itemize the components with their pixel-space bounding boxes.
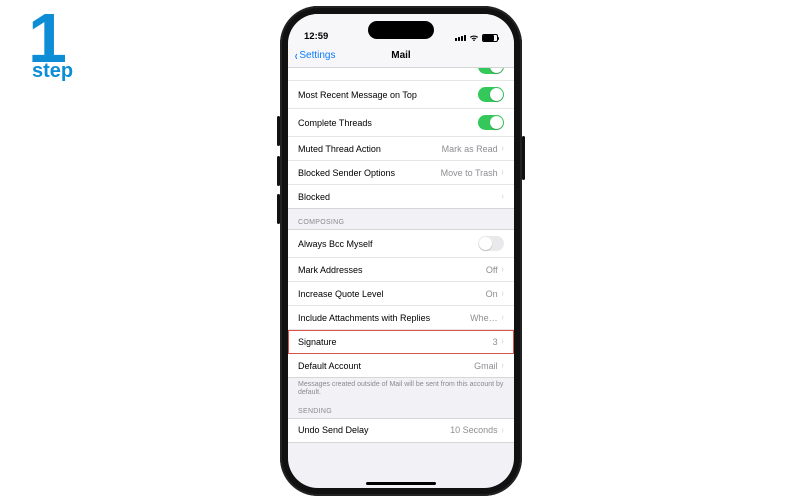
- phone-frame: 12:59 ‹ Settings Mail Most: [280, 6, 522, 496]
- row-always-bcc[interactable]: Always Bcc Myself: [288, 230, 514, 258]
- dynamic-island: [368, 21, 434, 39]
- scroll-content[interactable]: Most Recent Message on Top Complete Thre…: [288, 68, 514, 488]
- nav-title: Mail: [391, 50, 410, 61]
- composing-list: Always Bcc Myself Mark Addresses Off› In…: [288, 229, 514, 378]
- threading-list: Most Recent Message on Top Complete Thre…: [288, 68, 514, 209]
- row-default-account[interactable]: Default Account Gmail›: [288, 354, 514, 377]
- chevron-left-icon: ‹: [295, 49, 298, 62]
- composing-header: Composing: [288, 209, 514, 229]
- chevron-right-icon: ›: [501, 312, 503, 323]
- step-word: step: [32, 60, 73, 83]
- sending-list: Undo Send Delay 10 Seconds›: [288, 418, 514, 443]
- chevron-right-icon: ›: [501, 288, 503, 299]
- toggle-icon[interactable]: [478, 87, 504, 102]
- home-indicator[interactable]: [366, 482, 436, 485]
- row-mark-addresses[interactable]: Mark Addresses Off›: [288, 258, 514, 282]
- chevron-right-icon: ›: [501, 143, 503, 154]
- phone-screen: 12:59 ‹ Settings Mail Most: [288, 14, 514, 488]
- toggle-icon[interactable]: [478, 115, 504, 130]
- chevron-right-icon: ›: [501, 360, 503, 371]
- chevron-right-icon: ›: [501, 336, 503, 347]
- row-recent-on-top[interactable]: Most Recent Message on Top: [288, 81, 514, 109]
- toggle-icon[interactable]: [478, 236, 504, 251]
- row-quote-level[interactable]: Increase Quote Level On›: [288, 282, 514, 306]
- chevron-right-icon: ›: [501, 167, 503, 178]
- back-label: Settings: [299, 50, 335, 61]
- chevron-right-icon: ›: [501, 191, 503, 202]
- step-badge: 1 step: [28, 10, 73, 83]
- signal-icon: [455, 35, 466, 41]
- row-muted-action[interactable]: Muted Thread Action Mark as Read›: [288, 137, 514, 161]
- sending-header: Sending: [288, 398, 514, 418]
- row-include-attachments[interactable]: Include Attachments with Replies Whe…›: [288, 306, 514, 330]
- row-blocked-sender[interactable]: Blocked Sender Options Move to Trash›: [288, 161, 514, 185]
- step-number: 1: [28, 10, 73, 66]
- row-partial-toggle[interactable]: [288, 68, 514, 81]
- status-time: 12:59: [304, 31, 328, 42]
- composing-footer: Messages created outside of Mail will be…: [288, 378, 514, 398]
- wifi-icon: [469, 34, 479, 42]
- battery-icon: [482, 34, 498, 42]
- row-signature[interactable]: Signature 3›: [288, 330, 514, 354]
- chevron-right-icon: ›: [501, 264, 503, 275]
- chevron-right-icon: ›: [501, 425, 503, 436]
- nav-bar: ‹ Settings Mail: [288, 44, 514, 68]
- row-undo-send[interactable]: Undo Send Delay 10 Seconds›: [288, 419, 514, 442]
- row-complete-threads[interactable]: Complete Threads: [288, 109, 514, 137]
- row-blocked[interactable]: Blocked ›: [288, 185, 514, 208]
- toggle-icon[interactable]: [478, 68, 504, 74]
- back-button[interactable]: ‹ Settings: [294, 49, 335, 62]
